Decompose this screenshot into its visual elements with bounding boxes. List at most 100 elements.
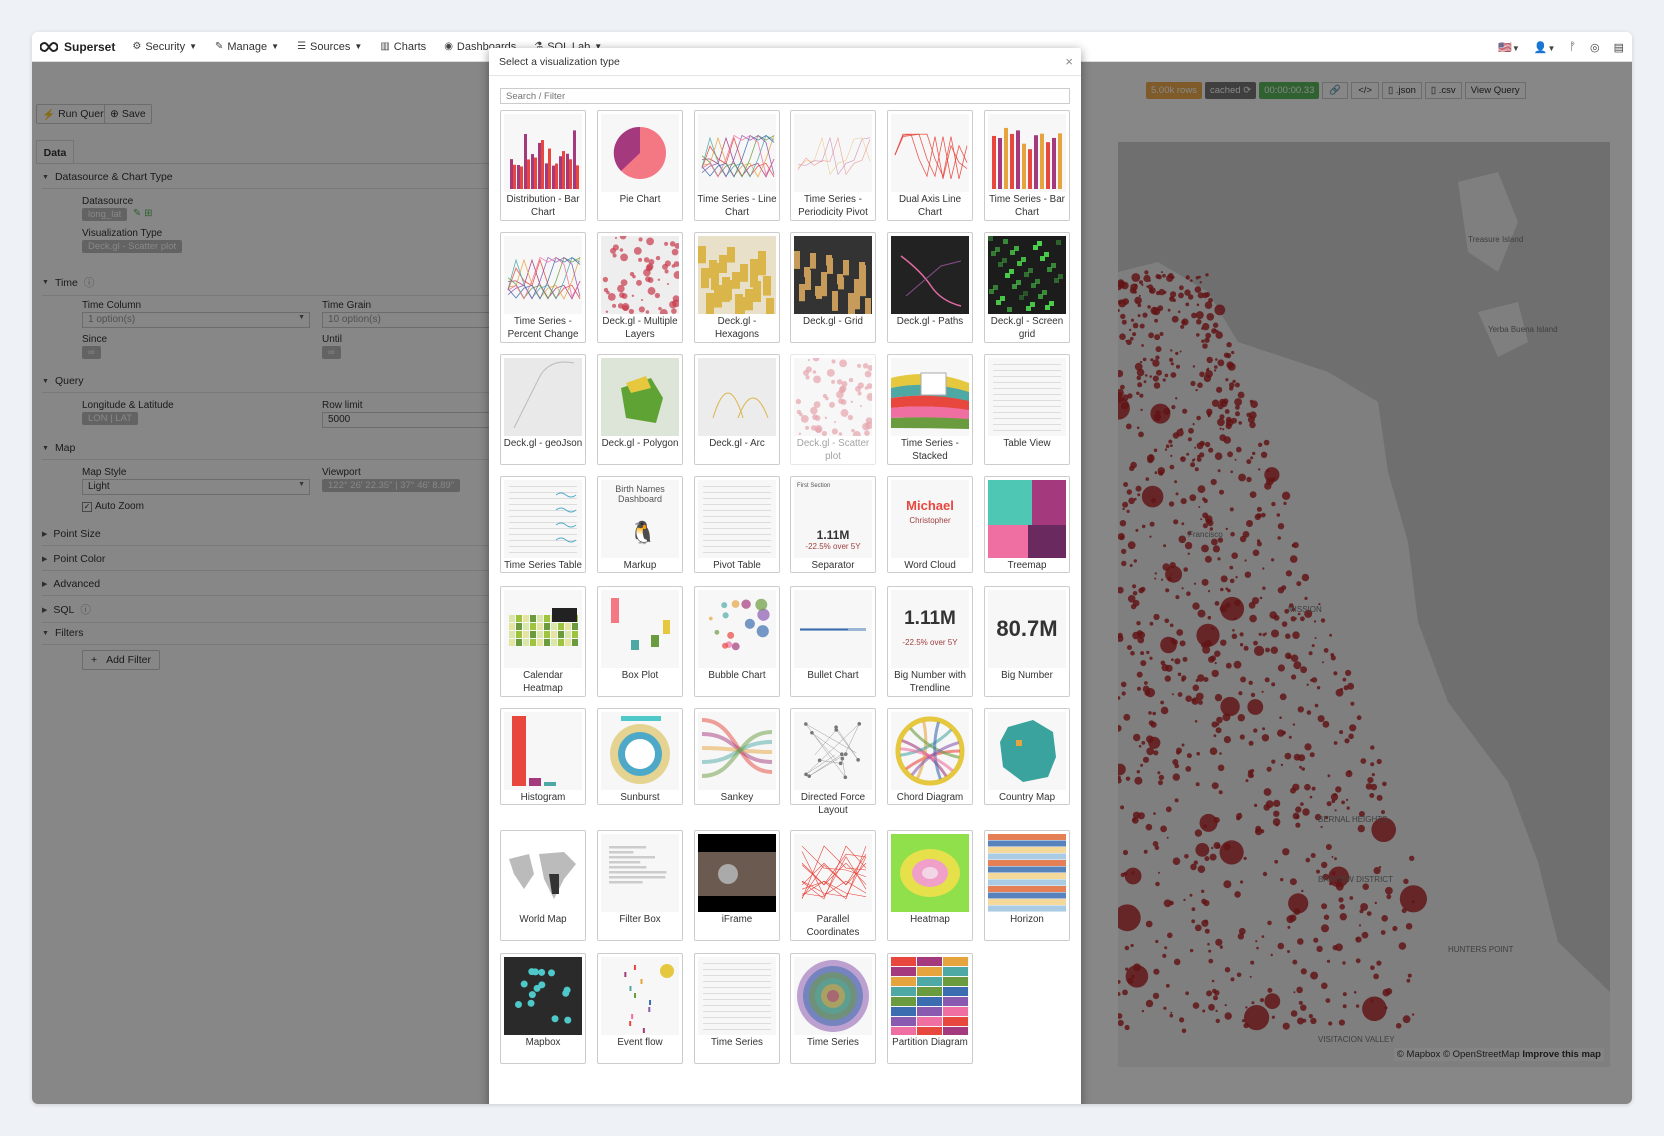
viz-tile-paths[interactable]: Deck.gl - Paths (887, 232, 973, 343)
thumbnail-graphic (601, 358, 679, 436)
thumbnail-graphic (708, 598, 770, 651)
viz-tile-tstable[interactable]: Time Series Table (500, 476, 586, 573)
thumbnail-graphic (891, 236, 969, 314)
viz-tile-pie[interactable]: Pie Chart (597, 110, 683, 221)
viz-tile-bullet[interactable]: Bullet Chart (790, 586, 876, 697)
thumbnail-graphic (698, 834, 776, 912)
close-icon[interactable]: × (1065, 54, 1073, 69)
viz-tile-eventflow[interactable]: Event flow (597, 953, 683, 1064)
viz-tile-table[interactable]: Pivot Table (694, 476, 780, 573)
viz-tile-bignum[interactable]: 1.11M -22.5% over 5Y Big Number with Trend… (887, 586, 973, 697)
thumbnail-graphic (891, 834, 969, 912)
viz-tile-filterbox[interactable]: Filter Box (597, 830, 683, 941)
branch-icon[interactable]: ᚡ (1569, 41, 1576, 53)
thumbnail-text: 1.11M (904, 608, 956, 629)
viz-tile-lines-light[interactable]: Time Series - Periodicity Pivot (790, 110, 876, 221)
viz-tile-polygon[interactable]: Deck.gl - Polygon (597, 354, 683, 465)
viz-tile-separator[interactable]: 1.11M First Section -22.5% over 5Y Separato… (790, 476, 876, 573)
flag-icon[interactable]: 🇺🇸▼ (1498, 41, 1520, 54)
viz-tile-treemap[interactable]: Treemap (984, 476, 1070, 573)
viz-thumbnail (794, 114, 872, 192)
viz-thumbnail (891, 712, 969, 790)
thumbnail-graphic (794, 236, 872, 314)
viz-tile-map-red[interactable]: Deck.gl - Scatter plot (790, 354, 876, 465)
thumbnail-graphic (891, 957, 968, 1035)
user-icon[interactable]: 👤▼ (1534, 41, 1556, 54)
viz-tile-table[interactable]: Time Series (694, 953, 780, 1064)
viz-tile-histogram[interactable]: Histogram (500, 708, 586, 805)
viz-tile-partition[interactable]: Partition Diagram (887, 953, 973, 1064)
viz-tile-label: Pivot Table (713, 560, 761, 571)
thumbnail-graphic (794, 358, 872, 436)
viz-thumbnail (988, 114, 1066, 192)
viz-tile-label: Deck.gl - Arc (709, 438, 765, 449)
viz-tile-label: Heatmap (910, 914, 950, 925)
viz-tile-arc[interactable]: Deck.gl - Arc (694, 354, 780, 465)
viz-tile-horizon[interactable]: Horizon (984, 830, 1070, 941)
viz-thumbnail: 1.11M -22.5% over 5Y (891, 590, 969, 668)
database-icon: ☰ (297, 41, 307, 52)
viz-tile-screengrid[interactable]: Deck.gl - Screen grid (984, 232, 1070, 343)
github-icon[interactable]: ◎ (1590, 41, 1600, 54)
thumbnail-graphic (801, 845, 867, 900)
viz-tile-iframe[interactable]: iFrame (694, 830, 780, 941)
viz-tile-label: Table View (1003, 438, 1051, 449)
nav-item-label: Security (145, 40, 186, 53)
viz-tile-label: Deck.gl - Paths (896, 316, 964, 327)
viz-tile-country[interactable]: Country Map (984, 708, 1070, 805)
nav-item-manage[interactable]: ✎ Manage ▼ (206, 41, 288, 53)
viz-thumbnail (698, 834, 776, 912)
viz-tile-label: iFrame (721, 914, 753, 925)
viz-tile-label: Separator (811, 560, 855, 571)
nav-item-charts[interactable]: ▥ Charts (371, 41, 435, 53)
viz-tile-sunburst[interactable]: Sunburst (597, 708, 683, 805)
viz-tile-label: Sunburst (620, 792, 660, 803)
viz-tile-markup[interactable]: Birth Names Dashboard 🐧 Markup (597, 476, 683, 573)
viz-tile-geojson[interactable]: Deck.gl - geoJson (500, 354, 586, 465)
thumbnail-graphic (504, 957, 582, 1035)
viz-tile-label: Time Series Table (504, 560, 582, 571)
viz-tile-force[interactable]: Directed Force Layout (790, 708, 876, 816)
viz-tile-wordcloud[interactable]: Michael Christopher Word Cloud (887, 476, 973, 573)
viz-tile-grid3d[interactable]: Deck.gl - Grid (790, 232, 876, 343)
viz-thumbnail (504, 712, 582, 790)
viz-tile-calendar[interactable]: Calendar Heatmap (500, 586, 586, 697)
search-input[interactable] (500, 88, 1070, 104)
viz-thumbnail (891, 834, 969, 912)
viz-tile-lines[interactable]: Time Series - Percent Change (500, 232, 586, 343)
viz-tile-parallel[interactable]: Parallel Coordinates (790, 830, 876, 941)
viz-tile-stacked[interactable]: Time Series - Stacked (887, 354, 973, 465)
viz-tile-dist-bar[interactable]: Distribution - Bar Chart (500, 110, 586, 221)
viz-tile-dual[interactable]: Dual Axis Line Chart (887, 110, 973, 221)
viz-tile-map-red[interactable]: Deck.gl - Multiple Layers (597, 232, 683, 343)
viz-tile-label: Big Number (1001, 670, 1053, 681)
viz-thumbnail (988, 358, 1066, 436)
viz-tile-chord[interactable]: Chord Diagram (887, 708, 973, 805)
viz-tile-mapbox[interactable]: Mapbox (500, 953, 586, 1064)
viz-tile-boxplot[interactable]: Box Plot (597, 586, 683, 697)
viz-thumbnail (891, 358, 969, 436)
viz-tile-label: Mapbox (525, 1037, 561, 1048)
viz-tile-worldmap[interactable]: World Map (500, 830, 586, 941)
viz-thumbnail (698, 114, 776, 192)
viz-tile-lines[interactable]: Time Series - Line Chart (694, 110, 780, 221)
viz-tile-label: Bubble Chart (708, 670, 766, 681)
viz-tile-label: Calendar Heatmap (523, 670, 563, 694)
viz-tile-bignum2[interactable]: 80.7M Big Number (984, 586, 1070, 697)
viz-tile-rose[interactable]: Time Series (790, 953, 876, 1064)
brand-logo[interactable]: Superset (32, 40, 123, 54)
viz-tile-ts-bar[interactable]: Time Series - Bar Chart (984, 110, 1070, 221)
viz-tile-label: Deck.gl - Hexagons (714, 316, 760, 340)
viz-tile-table[interactable]: Table View (984, 354, 1070, 465)
nav-item-security[interactable]: ⚙ Security ▼ (123, 41, 206, 53)
viz-tile-hex[interactable]: Deck.gl - Hexagons (694, 232, 780, 343)
viz-tile-sankey[interactable]: Sankey (694, 708, 780, 805)
viz-tile-label: Chord Diagram (896, 792, 964, 803)
viz-tile-label: Time Series - Line Chart (697, 194, 777, 218)
viz-tile-bubble[interactable]: Bubble Chart (694, 586, 780, 697)
book-icon[interactable]: ▤ (1614, 41, 1624, 54)
viz-tile-heatmap[interactable]: Heatmap (887, 830, 973, 941)
nav-item-sources[interactable]: ☰ Sources ▼ (288, 41, 371, 53)
app-window: Superset ⚙ Security ▼ ✎ Manage ▼ ☰ Sources ▼ ▥ Cha… (32, 32, 1632, 1104)
viz-thumbnail (601, 114, 679, 192)
